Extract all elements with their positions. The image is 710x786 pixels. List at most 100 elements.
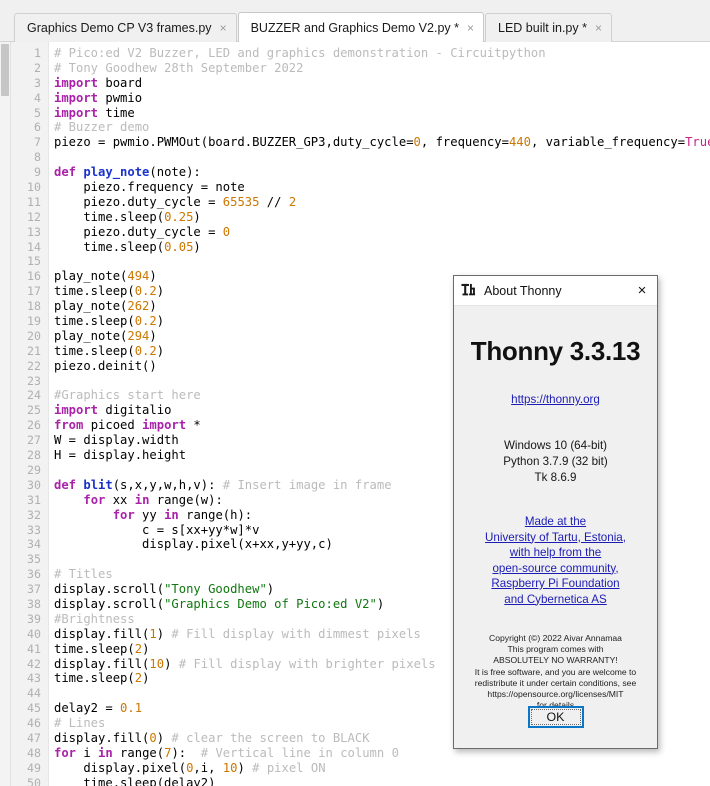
code-token: c = s[xx+yy*w]*v bbox=[54, 522, 260, 537]
code-token: H = display.height bbox=[54, 448, 187, 463]
line-number: 14 bbox=[27, 239, 41, 254]
code-token: time.sleep( bbox=[54, 343, 135, 358]
close-icon[interactable]: × bbox=[631, 280, 653, 302]
editor-vertical-scrollbar[interactable] bbox=[0, 42, 11, 786]
code-token: # pixel ON bbox=[252, 760, 326, 775]
code-token: display.pixel( bbox=[54, 760, 187, 775]
code-line[interactable]: 12 time.sleep(0.25) bbox=[11, 210, 710, 225]
dialog-title-bar[interactable]: About Thonny × bbox=[454, 276, 657, 306]
license-line: redistribute it under certain conditions… bbox=[474, 677, 637, 688]
code-token: display.scroll( bbox=[54, 596, 165, 611]
code-token: ) bbox=[156, 343, 165, 358]
tab-close-icon[interactable]: × bbox=[465, 22, 476, 34]
code-token: ): bbox=[171, 745, 201, 760]
scrollbar-thumb[interactable] bbox=[1, 44, 9, 96]
license-line: Copyright (©) 2022 Aivar Annamaa bbox=[489, 633, 622, 643]
credit-link-line[interactable]: open-source community, bbox=[454, 561, 657, 577]
ok-button[interactable]: OK bbox=[527, 706, 584, 728]
code-token: ) bbox=[149, 299, 157, 314]
line-number: 37 bbox=[27, 582, 41, 597]
credit-link-line[interactable]: Raspberry Pi Foundation bbox=[454, 576, 657, 592]
code-token: 0.2 bbox=[134, 343, 157, 358]
tab-strip: Graphics Demo CP V3 frames.py × BUZZER and… bbox=[14, 12, 613, 42]
line-number: 18 bbox=[27, 299, 41, 314]
credit-link-line[interactable]: University of Tartu, Estonia, bbox=[454, 530, 657, 546]
code-line[interactable]: 4 import pwmio bbox=[11, 91, 710, 106]
editor-tab[interactable]: Graphics Demo CP V3 frames.py × bbox=[14, 13, 237, 42]
code-token: ) bbox=[156, 284, 165, 299]
code-token: 494 bbox=[127, 269, 150, 284]
version-info: Windows 10 (64-bit) Python 3.7.9 (32 bit)… bbox=[454, 438, 657, 486]
line-number: 28 bbox=[27, 448, 41, 463]
code-line[interactable]: 49 display.pixel(0,i, 10) # pixel ON bbox=[11, 761, 710, 776]
code-token: def bbox=[54, 165, 84, 180]
code-line[interactable]: 14 time.sleep(0.05) bbox=[11, 240, 710, 255]
code-token: ) bbox=[142, 641, 150, 656]
line-number: 6 bbox=[34, 120, 41, 135]
code-token: ) bbox=[156, 626, 172, 641]
license-line: ABSOLUTELY NO WARRANTY! bbox=[493, 655, 618, 666]
code-token: play_note bbox=[83, 165, 150, 180]
code-token: time.sleep(delay2) bbox=[54, 775, 216, 786]
code-token: ) bbox=[149, 269, 157, 284]
code-token: ) bbox=[156, 314, 165, 329]
code-token: 0 bbox=[149, 730, 157, 745]
code-line[interactable]: 15 bbox=[11, 254, 710, 269]
line-number: 40 bbox=[27, 626, 41, 641]
line-number: 17 bbox=[27, 284, 41, 299]
line-number: 46 bbox=[27, 716, 41, 731]
code-line[interactable]: 3 import board bbox=[11, 76, 710, 91]
credit-link-line[interactable]: and Cybernetica AS bbox=[454, 592, 657, 608]
code-line[interactable]: 6 # Buzzer demo bbox=[11, 120, 710, 135]
editor-tab[interactable]: LED built in.py * × bbox=[485, 13, 612, 42]
code-line[interactable]: 10 piezo.frequency = note bbox=[11, 180, 710, 195]
code-token: time bbox=[98, 105, 135, 120]
code-token: ) bbox=[376, 596, 385, 611]
line-number: 15 bbox=[27, 254, 41, 269]
credits-links[interactable]: Made at the University of Tartu, Estonia,… bbox=[454, 514, 657, 607]
app-version-heading: Thonny 3.3.13 bbox=[470, 336, 641, 366]
code-token: time.sleep( bbox=[54, 671, 135, 686]
code-line[interactable]: 9 def play_note(note): bbox=[11, 165, 710, 180]
tab-close-icon[interactable]: × bbox=[218, 22, 229, 34]
code-token: blit bbox=[83, 477, 113, 492]
tab-close-icon[interactable]: × bbox=[593, 22, 604, 34]
thonny-website-link[interactable]: https://thonny.org bbox=[511, 393, 600, 406]
line-number: 23 bbox=[27, 373, 41, 388]
code-token: in bbox=[134, 492, 150, 507]
tab-label: Graphics Demo CP V3 frames.py bbox=[27, 21, 212, 35]
code-line[interactable]: 5 import time bbox=[11, 106, 710, 121]
editor-tab[interactable]: BUZZER and Graphics Demo V2.py * × bbox=[237, 12, 485, 42]
code-token: ) bbox=[142, 671, 150, 686]
code-token: time.sleep( bbox=[54, 239, 165, 254]
code-token: display.fill( bbox=[54, 656, 150, 671]
dialog-body: Thonny 3.3.13 https://thonny.org Windows… bbox=[454, 306, 657, 748]
code-token: # Titles bbox=[54, 567, 113, 582]
code-token: play_note( bbox=[54, 328, 128, 343]
code-token: # Tony Goodhew 28th September 2022 bbox=[54, 60, 304, 75]
line-number: 21 bbox=[27, 343, 41, 358]
code-line[interactable]: 7 piezo = pwmio.PWMOut(board.BUZZER_GP3,d… bbox=[11, 135, 710, 150]
code-token: ) bbox=[193, 209, 201, 224]
code-token: range(h): bbox=[178, 507, 253, 522]
code-line[interactable]: 11 piezo.duty_cycle = 65535 // 2 bbox=[11, 195, 710, 210]
code-line[interactable]: 2 # Tony Goodhew 28th September 2022 bbox=[11, 61, 710, 76]
credit-link-line[interactable]: Made at the bbox=[454, 514, 657, 530]
license-line: https://opensource.org/licenses/MIT bbox=[487, 689, 624, 700]
code-token: time.sleep( bbox=[54, 641, 135, 656]
thonny-ide-window: Graphics Demo CP V3 frames.py × BUZZER and… bbox=[0, 0, 710, 786]
line-number: 5 bbox=[34, 105, 41, 120]
code-token: time.sleep( bbox=[54, 284, 135, 299]
line-number: 7 bbox=[34, 135, 41, 150]
code-line[interactable]: 1 # Pico:ed V2 Buzzer, LED and graphics d… bbox=[11, 46, 710, 61]
code-line[interactable]: 13 piezo.duty_cycle = 0 bbox=[11, 225, 710, 240]
code-token: 2 bbox=[134, 671, 143, 686]
code-token: # Vertical line in column 0 bbox=[200, 745, 399, 760]
code-token: # clear the screen to BLACK bbox=[171, 730, 370, 745]
credit-link-line[interactable]: with help from the bbox=[454, 545, 657, 561]
code-token: 0.1 bbox=[120, 701, 143, 716]
code-line[interactable]: 8 bbox=[11, 150, 710, 165]
line-number: 25 bbox=[27, 403, 41, 418]
code-line[interactable]: 50 time.sleep(delay2) bbox=[11, 776, 710, 786]
